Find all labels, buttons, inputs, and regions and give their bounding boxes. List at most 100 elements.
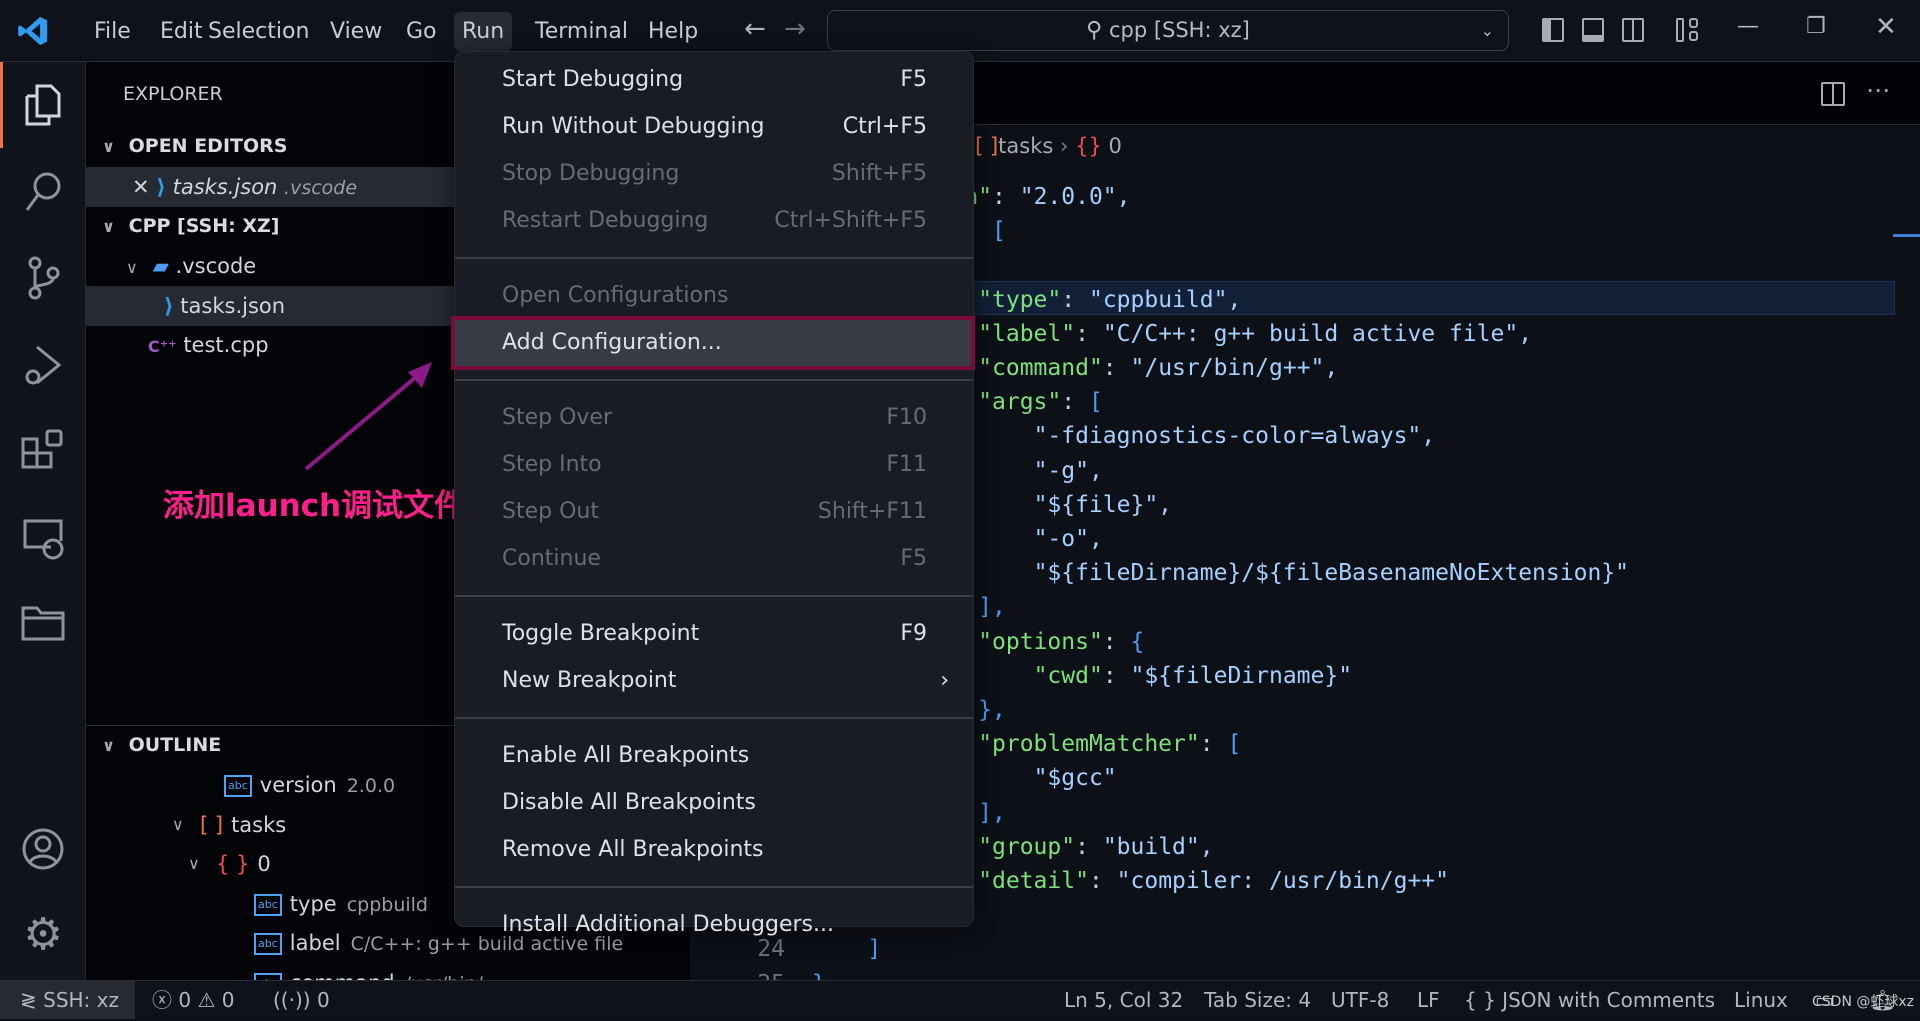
json-value: "-g",: [1033, 457, 1103, 484]
scrollbar-marker[interactable]: [1893, 234, 1920, 237]
menu-item-step-into[interactable]: Step Into F11: [455, 441, 973, 488]
os-indicator[interactable]: Linux: [1734, 981, 1788, 1019]
menu-item-label: Step Out: [502, 499, 599, 524]
menu-selection[interactable]: Selection: [200, 12, 317, 51]
split-editor-icon[interactable]: [1821, 82, 1845, 106]
colon: :: [1075, 833, 1103, 860]
menu-item-step-out[interactable]: Step Out Shift+F11: [455, 488, 973, 535]
folder-name: .vscode: [175, 254, 257, 278]
source-control-icon[interactable]: [20, 255, 66, 301]
activity-bar: ⚙: [0, 62, 86, 980]
chevron-down-icon: ∨: [102, 137, 115, 156]
menu-item-start-debugging[interactable]: Start Debugging F5: [455, 56, 973, 103]
chevron-down-icon: ⌄: [1480, 21, 1494, 40]
menu-item-label: Add Configuration...: [502, 330, 722, 355]
toggle-secondary-sidebar-icon[interactable]: [1622, 18, 1644, 42]
colon: :: [1102, 662, 1131, 689]
more-actions-icon[interactable]: ⋯: [1866, 76, 1890, 104]
menu-item-shortcut: Shift+F11: [817, 499, 927, 524]
menu-item-open-configurations[interactable]: Open Configurations: [455, 272, 973, 319]
menu-item-disable-all-breakpoints[interactable]: Disable All Breakpoints: [455, 779, 973, 826]
menu-item-new-breakpoint[interactable]: New Breakpoint ›: [455, 657, 973, 704]
account-icon[interactable]: [20, 826, 66, 872]
menu-item-label: Open Configurations: [502, 283, 729, 308]
forward-arrow-icon[interactable]: →: [784, 14, 806, 44]
settings-gear-icon[interactable]: ⚙: [20, 909, 66, 960]
menu-help[interactable]: Help: [640, 12, 706, 51]
colon: :: [1102, 628, 1131, 655]
json-key: "command": [978, 355, 1103, 381]
menu-item-label: Start Debugging: [502, 67, 684, 92]
ports-indicator[interactable]: ((·)) 0: [273, 981, 330, 1019]
chevron-down-icon: ∨: [188, 854, 200, 873]
open-editor-name: tasks.json: [172, 175, 278, 199]
cpp-file-icon: C⁺⁺: [148, 337, 177, 356]
menu-separator: [455, 595, 973, 597]
menu-item-run-without-debugging[interactable]: Run Without Debugging Ctrl+F5: [455, 103, 973, 150]
json-value: "-fdiagnostics-color=always",: [1033, 423, 1436, 450]
menu-item-remove-all-breakpoints[interactable]: Remove All Breakpoints: [455, 826, 973, 873]
remote-indicator[interactable]: ≷ SSH: xz: [0, 981, 135, 1019]
encoding[interactable]: UTF-8: [1331, 981, 1389, 1019]
json-value: "compiler: /usr/bin/g++": [1116, 868, 1449, 894]
json-value: "${fileDirname}": [1130, 662, 1353, 689]
search-icon[interactable]: [20, 169, 66, 215]
menu-item-step-over[interactable]: Step Over F10: [455, 394, 973, 441]
menu-item-label: Install Additional Debuggers...: [502, 912, 834, 937]
folder-icon[interactable]: [20, 599, 66, 645]
tab-size[interactable]: Tab Size: 4: [1204, 981, 1311, 1019]
menu-item-stop-debugging[interactable]: Stop Debugging Shift+F5: [455, 150, 973, 197]
chevron-right-icon: ›: [940, 668, 949, 693]
menu-item-add-configuration[interactable]: Add Configuration...: [455, 319, 973, 366]
annotation-text: 添加launch调试文件: [163, 488, 466, 524]
menu-item-label: Step Into: [502, 452, 602, 477]
cursor-position[interactable]: Ln 5, Col 32: [1064, 981, 1183, 1019]
explorer-icon[interactable]: [20, 82, 66, 128]
restore-icon[interactable]: ❐: [1806, 14, 1826, 39]
colon: :: [1061, 286, 1089, 313]
back-arrow-icon[interactable]: ←: [744, 14, 766, 44]
outline-label: OUTLINE: [128, 734, 222, 756]
menu-terminal[interactable]: Terminal: [527, 12, 636, 51]
menu-item-shortcut: Ctrl+F5: [842, 114, 927, 139]
extensions-icon[interactable]: [20, 428, 66, 474]
menu-item-continue[interactable]: Continue F5: [455, 535, 973, 582]
json-key: "detail": [978, 868, 1089, 894]
menu-separator: [455, 379, 973, 381]
run-and-debug-icon[interactable]: [20, 342, 66, 388]
menu-view[interactable]: View: [322, 12, 390, 51]
language-mode[interactable]: { } JSON with Comments: [1464, 981, 1715, 1019]
toggle-primary-sidebar-icon[interactable]: [1542, 18, 1564, 42]
vscode-file-icon: ⟩: [164, 294, 174, 318]
menu-file[interactable]: File: [86, 12, 139, 51]
toggle-panel-icon[interactable]: [1582, 18, 1604, 42]
json-value: "2.0.0",: [1019, 184, 1131, 210]
json-value: "C/C++: g++ build active file",: [1102, 320, 1533, 347]
menu-item-label: Step Over: [502, 405, 612, 430]
breadcrumb-item[interactable]: 0: [1109, 134, 1122, 158]
remote-explorer-icon[interactable]: [20, 516, 66, 562]
json-value: "$gcc": [1033, 765, 1117, 792]
breadcrumb-item[interactable]: tasks: [998, 134, 1053, 158]
customize-layout-icon[interactable]: [1676, 18, 1700, 42]
colon: :: [1199, 731, 1228, 758]
minimize-icon[interactable]: —: [1737, 14, 1759, 39]
command-center-search[interactable]: ⚲ cpp [SSH: xz] ⌄: [827, 10, 1509, 51]
end-of-line[interactable]: LF: [1417, 981, 1440, 1019]
broadcast-icon: ((·)): [273, 988, 311, 1012]
remote-label: SSH: xz: [43, 988, 119, 1012]
problems-indicator[interactable]: ⓧ 0 ⚠ 0: [152, 981, 234, 1019]
menu-item-toggle-breakpoint[interactable]: Toggle Breakpoint F9: [455, 610, 973, 657]
menu-item-install-additional-debuggers[interactable]: Install Additional Debuggers...: [455, 901, 973, 948]
menu-item-restart-debugging[interactable]: Restart Debugging Ctrl+Shift+F5: [455, 197, 973, 244]
close-window-icon[interactable]: ✕: [1875, 12, 1897, 42]
menu-run[interactable]: Run: [454, 12, 513, 51]
menu-item-enable-all-breakpoints[interactable]: Enable All Breakpoints: [455, 732, 973, 779]
array-icon: [ ]: [975, 134, 999, 158]
colon: :: [1088, 868, 1117, 894]
json-value: "-o",: [1033, 526, 1103, 552]
breadcrumb: › [ ]tasks › {} 0: [960, 128, 1122, 164]
string-icon: abc: [254, 893, 282, 916]
menu-go[interactable]: Go: [398, 12, 445, 51]
close-icon[interactable]: ✕: [132, 175, 150, 199]
